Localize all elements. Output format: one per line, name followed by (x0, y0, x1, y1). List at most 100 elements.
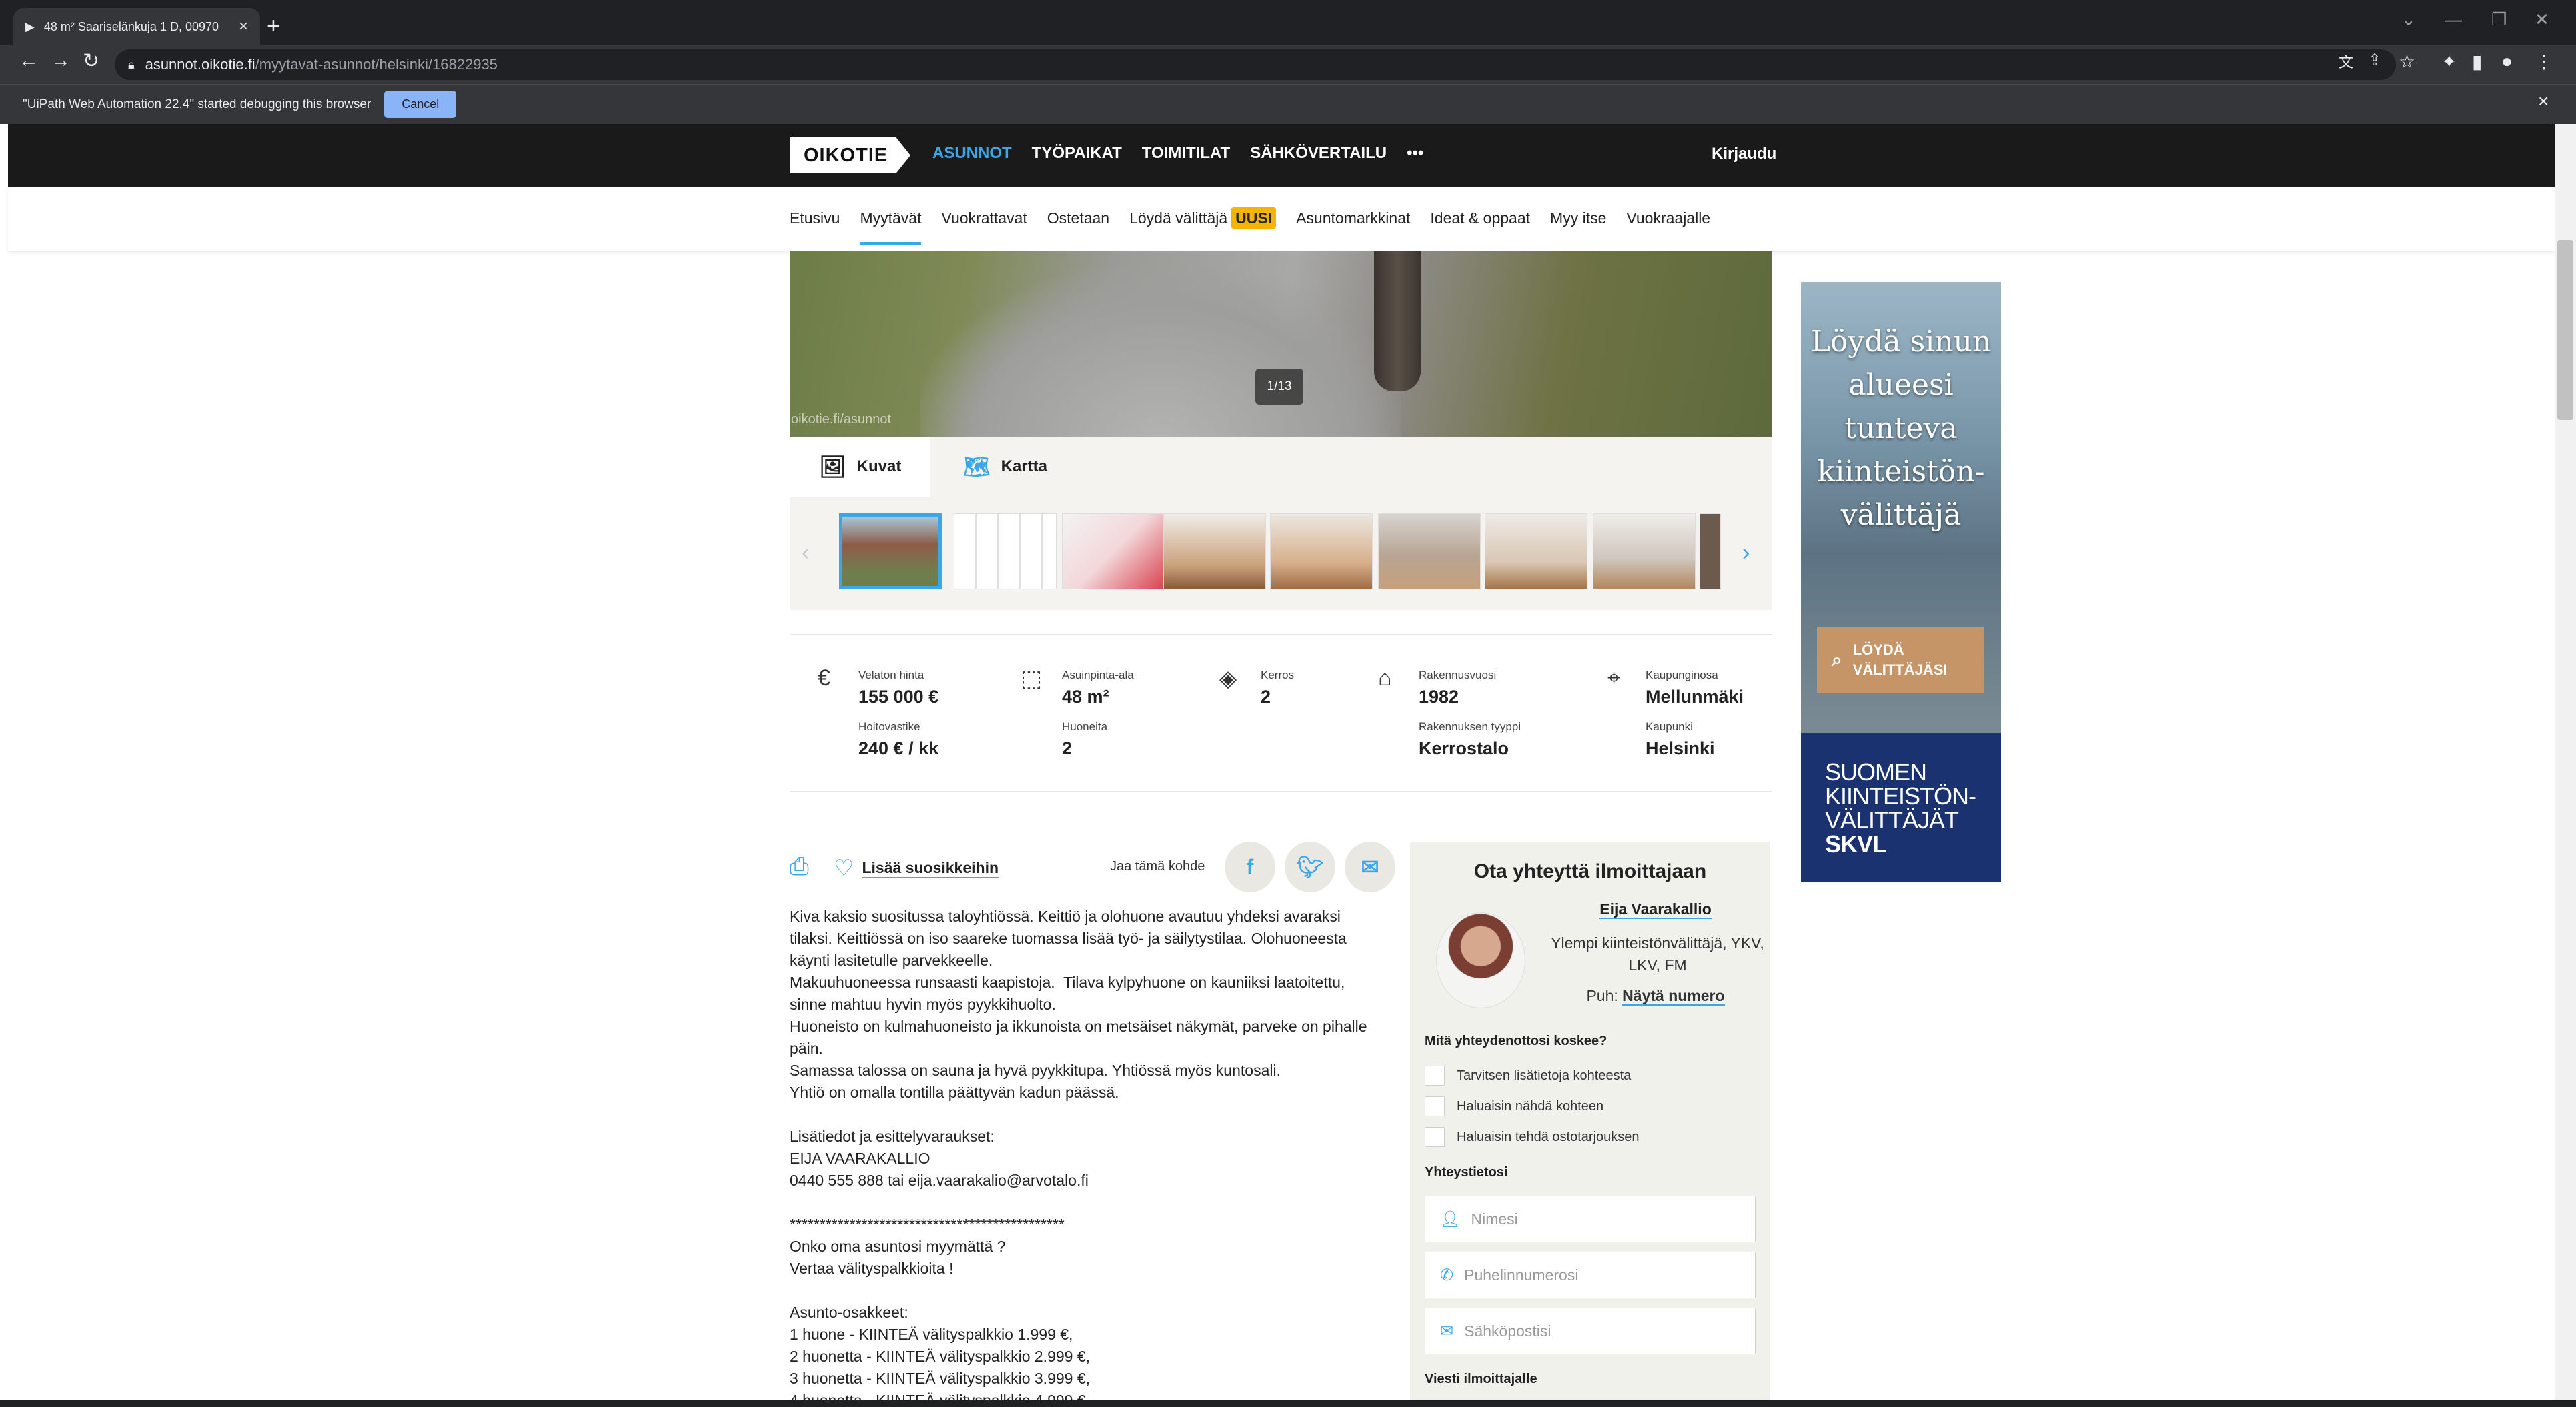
photo-tree (1374, 251, 1421, 391)
name-placeholder: Nimesi (1471, 1210, 1518, 1228)
new-badge: UUSI (1231, 207, 1277, 229)
floor-label: Kerros (1261, 669, 1295, 681)
infobar-close-icon[interactable]: × (2538, 91, 2549, 112)
heart-icon: ♡ (834, 856, 854, 881)
nav-tyopaikat[interactable]: TYÖPAIKAT (1032, 144, 1122, 163)
rooms-value: 2 (1062, 738, 1073, 758)
debug-cancel-button[interactable]: Cancel (384, 91, 457, 118)
year-value: 1982 (1419, 687, 1459, 707)
taskbar-edge (0, 1400, 2576, 1407)
debug-message: "UiPath Web Automation 22.4" started deb… (23, 97, 372, 111)
share-page-icon[interactable]: ⇪ (2368, 51, 2381, 70)
phone-icon: ✆ (1440, 1266, 1454, 1284)
user-icon: 👤︎ (1440, 1210, 1461, 1228)
restore-icon[interactable]: ❐ (2491, 9, 2507, 30)
checkbox[interactable] (1425, 1066, 1445, 1086)
district-value: Mellunmäki (1646, 687, 1744, 707)
tab-kuvat-label: Kuvat (856, 457, 902, 475)
listing-description: Kiva kaksio suositussa taloyhtiössä. Kei… (790, 908, 1367, 1407)
back-icon[interactable]: ← (19, 49, 39, 72)
subnav-vuokrattavat[interactable]: Vuokrattavat (941, 209, 1027, 245)
scrollbar-thumb[interactable] (2557, 240, 2573, 420)
checkbox[interactable] (1425, 1127, 1445, 1147)
new-tab-icon[interactable]: + (267, 13, 280, 39)
option-viewing[interactable]: Haluaisin nähdä kohteen (1425, 1096, 1603, 1116)
facebook-share-button[interactable]: f (1225, 842, 1275, 892)
side-panel-icon[interactable]: ▮ (2472, 51, 2482, 73)
nav-toimitilat[interactable]: TOIMITILAT (1142, 144, 1230, 163)
thumbnail-3[interactable] (1062, 513, 1165, 589)
login-link[interactable]: Kirjaudu (1712, 145, 1776, 163)
agent-name[interactable]: Eija Vaarakallio (1555, 900, 1756, 919)
print-icon[interactable]: ⎙ (790, 852, 809, 881)
subnav-myytavat[interactable]: Myytävät (860, 209, 922, 245)
thumbnail-1[interactable] (839, 513, 942, 589)
bookmark-star-icon[interactable]: ☆ (2399, 51, 2415, 73)
twitter-icon: 🐦︎ (1296, 855, 1324, 879)
email-share-button[interactable]: ✉ (1345, 842, 1395, 892)
thumbnail-8[interactable] (1593, 513, 1696, 589)
tab-kuvat[interactable]: 🖼︎ Kuvat (790, 437, 931, 497)
browser-tab[interactable]: ▶ 48 m² Saariselänkuja 1 D, 00970 × (13, 8, 260, 45)
tab-kartta[interactable]: 🗺︎ Kartta (934, 437, 1077, 497)
subnav-myy-itse[interactable]: Myy itse (1550, 209, 1606, 245)
area-value: 48 m² (1062, 687, 1109, 707)
thumbnail-5[interactable] (1270, 513, 1373, 589)
ad-find-agent-button[interactable]: ⌕ LÖYDÄ VÄLITTÄJÄSI (1817, 627, 1984, 693)
option-label: Haluaisin nähdä kohteen (1457, 1098, 1604, 1114)
nav-sahkovertailu[interactable]: SÄHKÖVERTAILU (1250, 144, 1387, 163)
tab-kartta-label: Kartta (1001, 457, 1047, 475)
menu-icon[interactable]: ⋮ (2535, 51, 2553, 73)
thumbnail-2[interactable] (954, 513, 1057, 589)
reload-icon[interactable]: ↻ (83, 49, 99, 73)
checkbox[interactable] (1425, 1096, 1445, 1116)
image-icon: 🖼︎ (819, 455, 846, 479)
subnav-etusivu[interactable]: Etusivu (790, 209, 840, 245)
sub-nav-items: Etusivu Myytävät Vuokrattavat Ostetaan L… (790, 207, 1710, 245)
tab-close-icon[interactable]: × (239, 17, 248, 36)
thumbnail-7[interactable] (1485, 513, 1587, 589)
forward-icon[interactable]: → (51, 49, 71, 72)
skvl-line-1: SUOMEN (1825, 758, 1927, 786)
debug-infobar: "UiPath Web Automation 22.4" started deb… (0, 84, 2576, 124)
name-field[interactable]: 👤︎ Nimesi (1425, 1196, 1756, 1242)
thumbnail-4[interactable] (1163, 513, 1266, 589)
profile-icon[interactable]: ● (2501, 51, 2513, 72)
oikotie-logo[interactable]: OIKOTIE (790, 137, 910, 173)
photo-counter: 1/13 (1255, 369, 1303, 405)
address-bar[interactable]: 🔒︎ asunnot.oikotie.fi/myytavat-asunnot/h… (115, 49, 2396, 80)
favorite-link[interactable]: ♡ Lisää suosikkeihin (834, 855, 999, 882)
option-offer[interactable]: Haluaisin tehdä ostotarjouksen (1425, 1127, 1640, 1147)
extensions-icon[interactable]: ✦ (2441, 51, 2457, 73)
divider (790, 634, 1772, 635)
divider (790, 791, 1772, 792)
location-pin-icon: ⌖ (1607, 665, 1621, 691)
district-label: Kaupunginosa (1646, 669, 1718, 681)
nav-asunnot[interactable]: ASUNNOT (932, 144, 1012, 163)
twitter-share-button[interactable]: 🐦︎ (1285, 842, 1335, 892)
minimize-icon[interactable]: — (2445, 9, 2462, 30)
facebook-icon: f (1246, 854, 1254, 879)
phone-field[interactable]: ✆ Puhelinnumerosi (1425, 1252, 1756, 1298)
subnav-ostetaan[interactable]: Ostetaan (1047, 209, 1109, 245)
email-field[interactable]: ✉ Sähköpostisi (1425, 1308, 1756, 1354)
email-placeholder: Sähköpostisi (1464, 1322, 1551, 1340)
translate-icon[interactable]: 文 (2339, 51, 2353, 72)
thumb-next-arrow-icon[interactable]: › (1742, 540, 1750, 566)
subnav-asuntomarkkinat[interactable]: Asuntomarkkinat (1296, 209, 1410, 245)
more-icon[interactable]: ••• (1407, 144, 1423, 163)
subnav-ideat[interactable]: Ideat & oppaat (1430, 209, 1530, 245)
thumb-prev-arrow-icon[interactable]: ‹ (802, 540, 809, 566)
subnav-loyda-valittaja[interactable]: Löydä välittäjä UUSI (1129, 207, 1277, 245)
window-close-icon[interactable]: ✕ (2535, 9, 2549, 30)
subnav-vuokraajalle[interactable]: Vuokraajalle (1626, 209, 1710, 245)
building-icon: ⌂ (1378, 665, 1392, 691)
option-more-info[interactable]: Tarvitsen lisätietoja kohteesta (1425, 1066, 1631, 1086)
show-number-link[interactable]: Näytä numero (1622, 987, 1725, 1006)
logo-text: OIKOTIE (804, 144, 888, 166)
tab-search-icon[interactable]: ⌄ (2401, 9, 2416, 30)
agent-name-text: Eija Vaarakallio (1599, 900, 1712, 919)
thumbnail-9[interactable] (1700, 513, 1721, 589)
thumbnail-6[interactable] (1378, 513, 1481, 589)
building-type-value: Kerrostalo (1419, 738, 1509, 758)
